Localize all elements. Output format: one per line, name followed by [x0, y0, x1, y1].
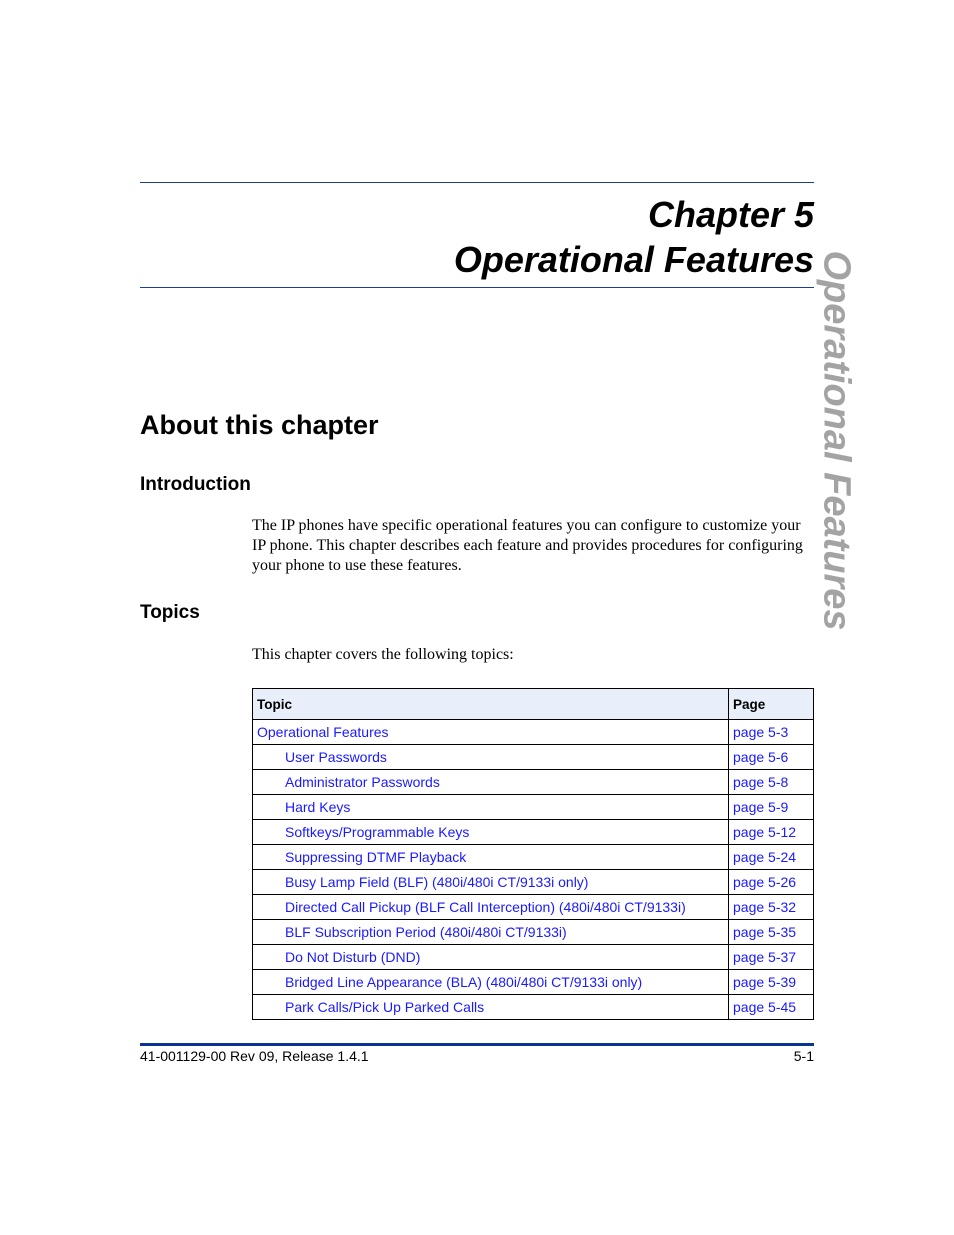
page-link[interactable]: page 5-26: [728, 869, 814, 895]
section-heading: About this chapter: [140, 410, 379, 440]
chapter-number: Chapter 5: [647, 194, 814, 235]
topics-heading: Topics: [140, 602, 200, 623]
topic-link[interactable]: User Passwords: [252, 744, 729, 770]
footer-rule: [140, 1043, 814, 1046]
table-row: Busy Lamp Field (BLF) (480i/480i CT/9133…: [252, 869, 814, 895]
footer-doc-id: 41-001129-00 Rev 09, Release 1.4.1: [140, 1048, 369, 1064]
page-link[interactable]: page 5-45: [728, 994, 814, 1020]
page-link[interactable]: page 5-35: [728, 919, 814, 945]
page-link[interactable]: page 5-9: [728, 794, 814, 820]
page-link[interactable]: page 5-24: [728, 844, 814, 870]
topics-text: This chapter covers the following topics…: [252, 646, 514, 663]
table-row: Administrator Passwords page 5-8: [252, 769, 814, 795]
chapter-title: Chapter 5 Operational Features: [454, 192, 814, 282]
table-row: BLF Subscription Period (480i/480i CT/91…: [252, 919, 814, 945]
table-row: User Passwords page 5-6: [252, 744, 814, 770]
page-link[interactable]: page 5-8: [728, 769, 814, 795]
table-row: Operational Features page 5-3: [252, 719, 814, 745]
side-tab-label: Operational Features: [815, 249, 858, 631]
table-row: Directed Call Pickup (BLF Call Intercept…: [252, 894, 814, 920]
page-link[interactable]: page 5-37: [728, 944, 814, 970]
topic-link[interactable]: Operational Features: [252, 719, 729, 745]
introduction-heading: Introduction: [140, 474, 251, 495]
table-row: Do Not Disturb (DND) page 5-37: [252, 944, 814, 970]
page-link[interactable]: page 5-39: [728, 969, 814, 995]
topic-link[interactable]: Directed Call Pickup (BLF Call Intercept…: [252, 894, 729, 920]
page-link[interactable]: page 5-12: [728, 819, 814, 845]
page-link[interactable]: page 5-3: [728, 719, 814, 745]
column-header-page: Page: [728, 688, 814, 720]
introduction-text: The IP phones have specific operational …: [252, 517, 803, 574]
header-rule-bottom: [140, 287, 814, 288]
table-row: Softkeys/Programmable Keys page 5-12: [252, 819, 814, 845]
topic-link[interactable]: BLF Subscription Period (480i/480i CT/91…: [252, 919, 729, 945]
chapter-name: Operational Features: [453, 239, 814, 280]
page-link[interactable]: page 5-32: [728, 894, 814, 920]
topics-table: Topic Page Operational Features page 5-3 U…: [252, 688, 814, 1020]
topic-link[interactable]: Hard Keys: [252, 794, 729, 820]
table-row: Suppressing DTMF Playback page 5-24: [252, 844, 814, 870]
page-link[interactable]: page 5-6: [728, 744, 814, 770]
topic-link[interactable]: Do Not Disturb (DND): [252, 944, 729, 970]
topic-link[interactable]: Bridged Line Appearance (BLA) (480i/480i…: [252, 969, 729, 995]
table-row: Hard Keys page 5-9: [252, 794, 814, 820]
column-header-topic: Topic: [252, 688, 729, 720]
header-rule-top: [140, 182, 814, 183]
topic-link[interactable]: Park Calls/Pick Up Parked Calls: [252, 994, 729, 1020]
footer-page-number: 5-1: [793, 1048, 814, 1064]
topic-link[interactable]: Softkeys/Programmable Keys: [252, 819, 729, 845]
side-tab: Operational Features: [810, 250, 862, 630]
footer: 41-001129-00 Rev 09, Release 1.4.1 5-1: [140, 1048, 814, 1064]
topic-link[interactable]: Suppressing DTMF Playback: [252, 844, 729, 870]
table-row: Bridged Line Appearance (BLA) (480i/480i…: [252, 969, 814, 995]
topic-link[interactable]: Administrator Passwords: [252, 769, 729, 795]
topic-link[interactable]: Busy Lamp Field (BLF) (480i/480i CT/9133…: [252, 869, 729, 895]
table-header-row: Topic Page: [252, 688, 814, 720]
table-row: Park Calls/Pick Up Parked Calls page 5-45: [252, 994, 814, 1020]
